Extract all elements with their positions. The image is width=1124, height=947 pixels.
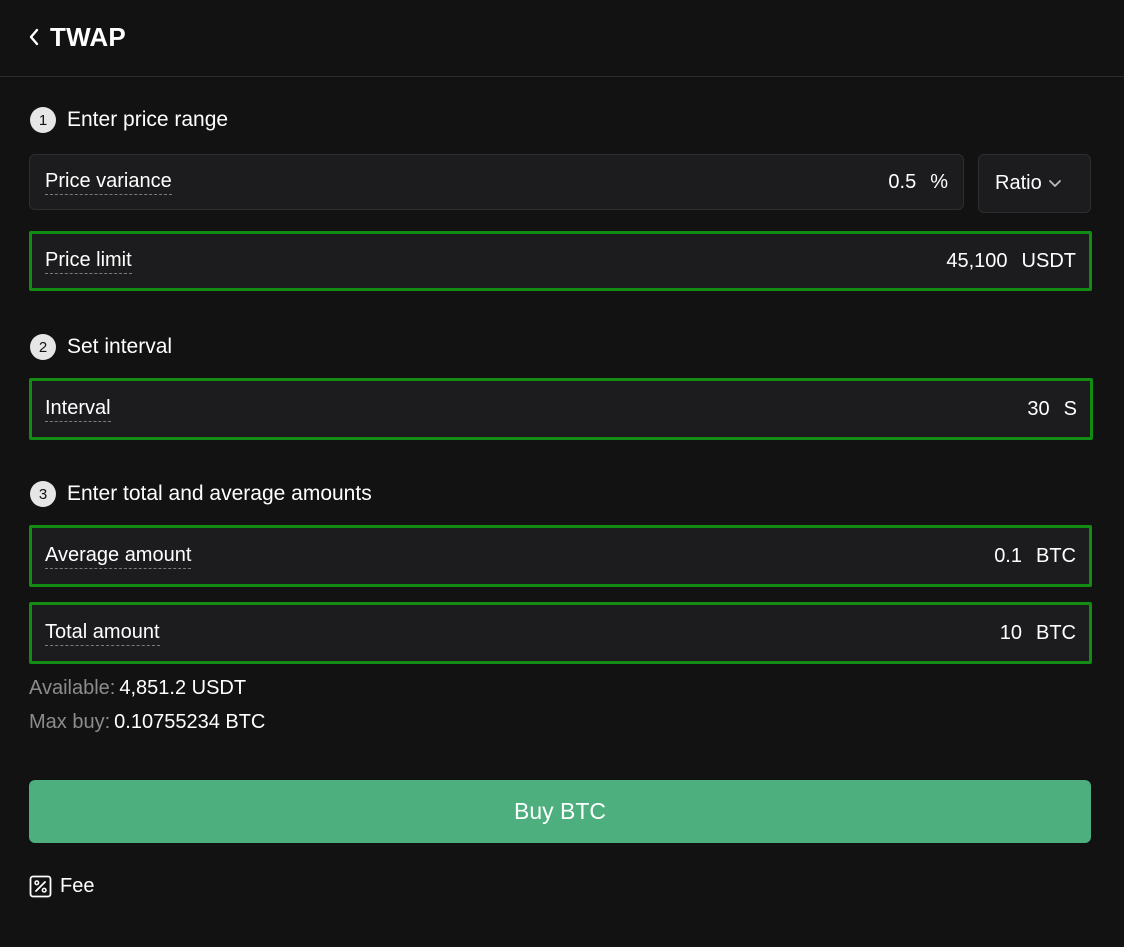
interval-field[interactable]: Interval 30 S	[29, 378, 1093, 440]
percent-icon	[29, 875, 52, 898]
price-limit-value: 45,100	[946, 249, 1008, 272]
max-buy: Max buy: 0.10755234 BTC	[29, 709, 265, 735]
page-title: TWAP	[50, 22, 126, 52]
step-number-badge: 2	[30, 334, 56, 360]
section-price-range: 1 Enter price range	[30, 106, 228, 134]
section-amounts: 3 Enter total and average amounts	[30, 480, 372, 508]
step-number-badge: 1	[30, 107, 56, 133]
available-balance: Available: 4,851.2 USDT	[29, 675, 246, 701]
section-title: Enter total and average amounts	[67, 482, 372, 505]
available-label: Available:	[29, 676, 116, 699]
total-amount-field[interactable]: Total amount 10 BTC	[29, 602, 1092, 664]
max-buy-label: Max buy:	[29, 710, 111, 733]
ratio-dropdown[interactable]: Ratio	[978, 154, 1091, 213]
section-title: Enter price range	[67, 108, 229, 131]
interval-unit: S	[1063, 397, 1077, 420]
interval-value: 30	[1027, 397, 1050, 420]
section-title: Set interval	[67, 335, 173, 358]
fee-link[interactable]: Fee	[29, 872, 94, 900]
average-amount-label: Average amount	[45, 544, 192, 569]
back-button[interactable]	[22, 22, 46, 52]
top-bar: TWAP	[0, 0, 1124, 77]
chevron-left-icon	[29, 28, 39, 46]
max-buy-value: 0.10755234 BTC	[114, 710, 266, 733]
step-number-badge: 3	[30, 481, 56, 507]
available-value: 4,851.2 USDT	[119, 676, 247, 699]
average-amount-unit: BTC	[1036, 544, 1076, 567]
price-limit-label: Price limit	[45, 249, 132, 274]
price-limit-field[interactable]: Price limit 45,100 USDT	[29, 231, 1092, 291]
total-amount-label: Total amount	[45, 621, 160, 646]
section-interval: 2 Set interval	[30, 333, 172, 361]
total-amount-unit: BTC	[1036, 621, 1076, 644]
price-limit-unit: USDT	[1021, 249, 1076, 272]
ratio-selected-value: Ratio	[995, 172, 1042, 194]
interval-label: Interval	[45, 397, 111, 422]
price-variance-value: 0.5	[888, 170, 917, 193]
price-variance-field[interactable]: Price variance 0.5 %	[29, 154, 964, 210]
price-variance-unit: %	[930, 170, 948, 193]
buy-btc-button[interactable]: Buy BTC	[29, 780, 1091, 843]
average-amount-field[interactable]: Average amount 0.1 BTC	[29, 525, 1092, 587]
chevron-down-icon	[1048, 179, 1062, 188]
average-amount-value: 0.1	[994, 544, 1022, 567]
price-variance-label: Price variance	[45, 170, 172, 195]
total-amount-value: 10	[999, 621, 1022, 644]
fee-label: Fee	[60, 874, 95, 897]
